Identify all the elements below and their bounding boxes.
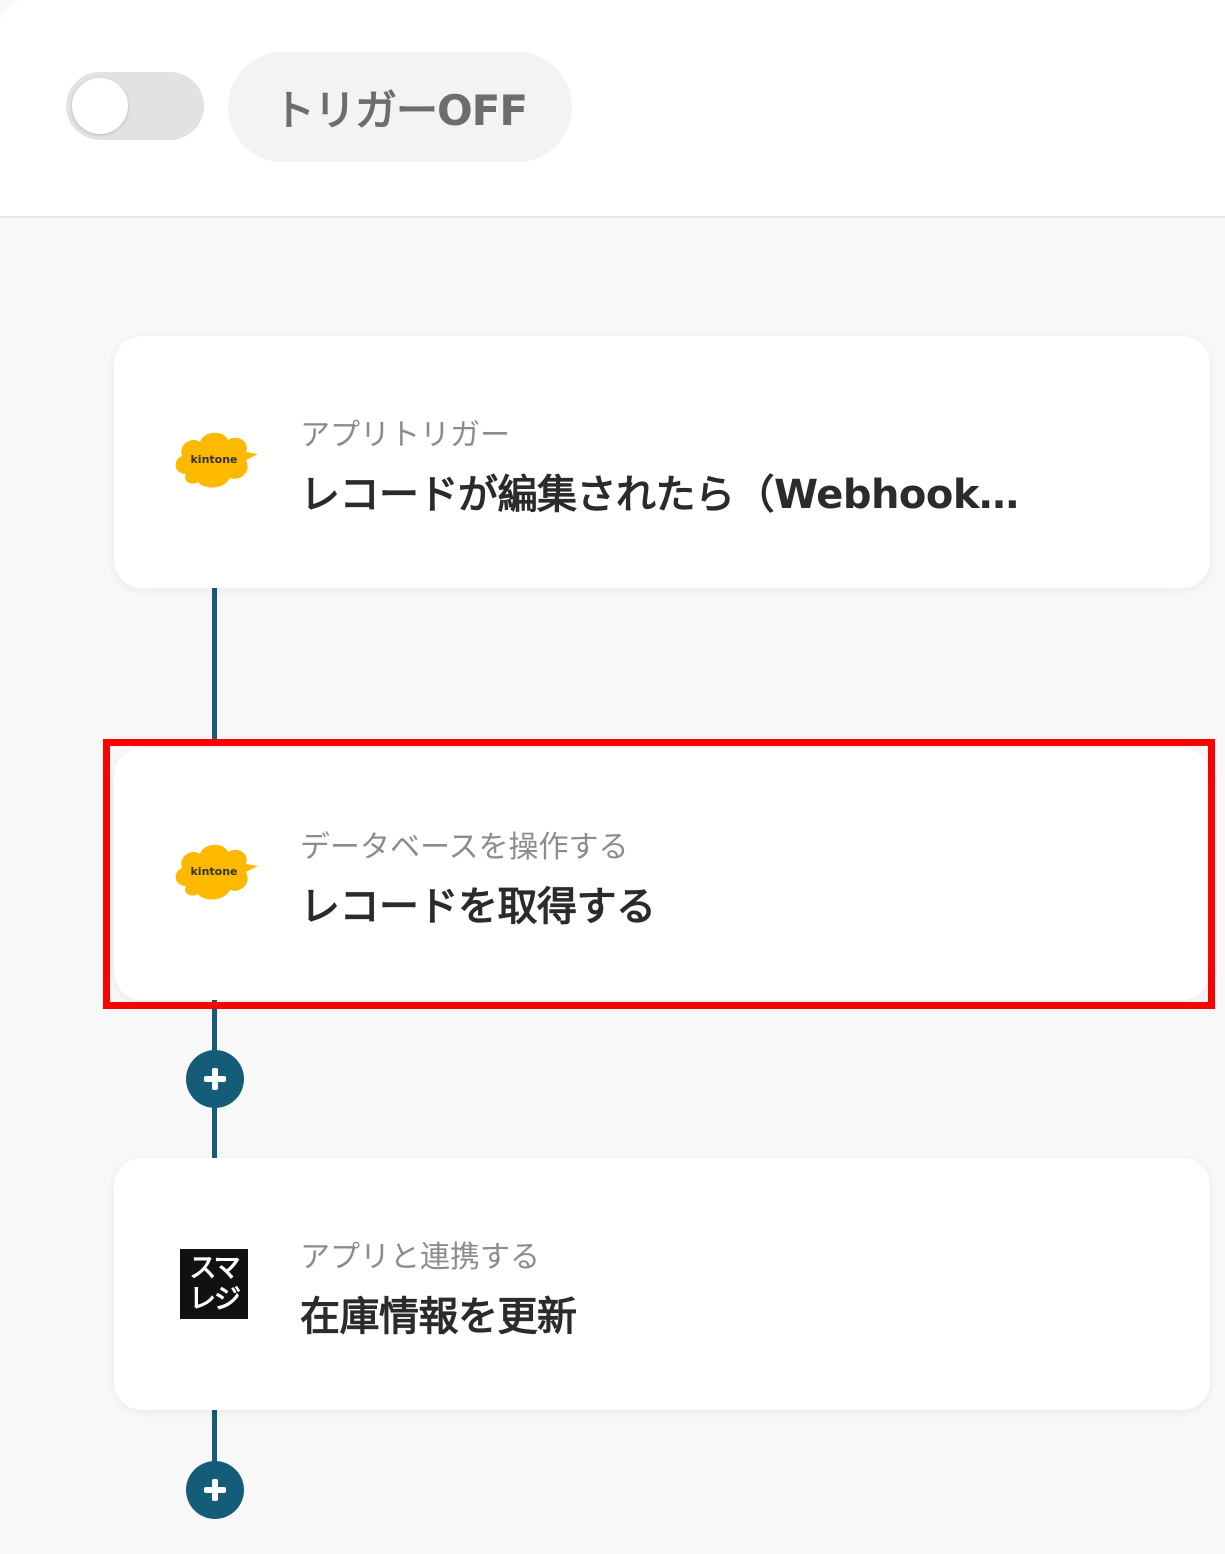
kintone-logo-icon: kintone	[175, 432, 258, 488]
kintone-logo-icon: kintone	[175, 844, 258, 900]
smaregi-logo-line: スマ	[189, 1253, 240, 1284]
plus-icon	[204, 1479, 226, 1501]
flow-step-card[interactable]: kintone データベースを操作する レコードを取得する	[114, 748, 1210, 1000]
smaregi-logo-icon: スマ レジ	[180, 1249, 248, 1319]
kintone-logo-text: kintone	[190, 865, 237, 878]
step-category-label: アプリトリガー	[300, 418, 510, 453]
step-category-label: データベースを操作する	[300, 830, 629, 865]
step-title: レコードが編集されたら（Webhook…	[300, 472, 1019, 518]
step-category-label: アプリと連携する	[300, 1240, 540, 1275]
flow-connector	[212, 588, 217, 740]
flow-step-card[interactable]: スマ レジ アプリと連携する 在庫情報を更新	[114, 1158, 1210, 1410]
plus-icon	[204, 1068, 226, 1090]
add-step-button[interactable]	[186, 1461, 244, 1519]
trigger-toggle[interactable]	[66, 72, 204, 140]
add-step-button[interactable]	[186, 1050, 244, 1108]
step-title: レコードを取得する	[300, 884, 656, 930]
smaregi-logo-line: レジ	[189, 1284, 241, 1315]
flow-header: トリガーOFF	[0, 0, 1225, 218]
flow-step-card[interactable]: kintone アプリトリガー レコードが編集されたら（Webhook…	[114, 336, 1210, 588]
toggle-knob	[72, 78, 128, 134]
step-title: 在庫情報を更新	[300, 1294, 577, 1340]
trigger-status-badge: トリガーOFF	[228, 52, 572, 162]
kintone-logo-text: kintone	[190, 453, 237, 466]
trigger-status-label: トリガーOFF	[272, 85, 528, 135]
